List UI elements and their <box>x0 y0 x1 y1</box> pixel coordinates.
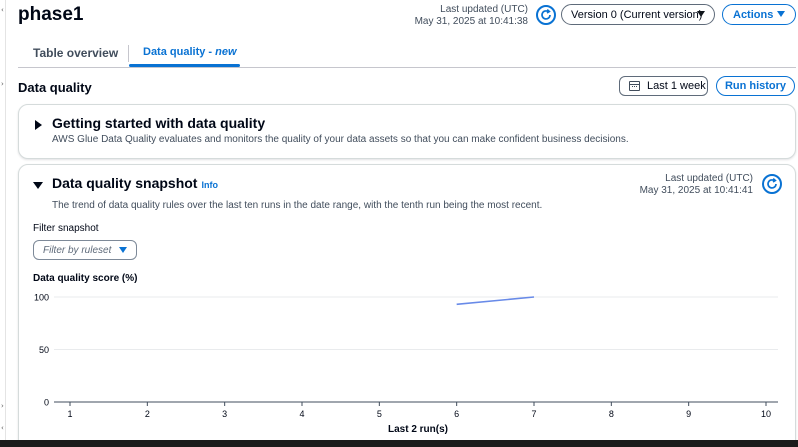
caret-down-icon <box>119 247 127 253</box>
last-updated-label: Last updated (UTC) <box>440 4 528 15</box>
getting-started-description: AWS Glue Data Quality evaluates and moni… <box>52 134 629 145</box>
snapshot-last-updated: Last updated (UTC) May 31, 2025 at 10:41… <box>619 173 753 197</box>
section-title: Data quality <box>18 80 92 95</box>
info-link[interactable]: Info <box>201 180 218 190</box>
caret-down-icon <box>697 11 705 17</box>
snapshot-heading-row: Data quality snapshot Info <box>52 175 218 191</box>
run-history-button[interactable]: Run history <box>716 76 795 96</box>
snapshot-panel: Data quality snapshot Info The trend of d… <box>18 164 796 447</box>
refresh-icon <box>541 8 551 20</box>
tab-data-quality[interactable]: Data quality - new <box>143 46 237 58</box>
tab-bar: Table overview Data quality - new <box>18 40 796 68</box>
actions-button[interactable]: Actions <box>722 4 796 25</box>
edge-mark: ‹ <box>1 424 4 432</box>
getting-started-heading[interactable]: Getting started with data quality <box>52 115 265 131</box>
version-select[interactable]: Version 0 (Current version) <box>561 4 715 25</box>
calendar-icon <box>629 81 640 91</box>
edge-mark: ‹ <box>1 6 4 14</box>
version-select-value: Version 0 (Current version) <box>571 8 703 21</box>
page-title: phase1 <box>18 4 84 25</box>
tab-new-tag: new <box>215 46 237 58</box>
chart-label: Data quality score (%) <box>33 273 138 284</box>
ruleset-filter-select[interactable]: Filter by ruleset <box>33 240 137 260</box>
bottom-bar <box>0 440 798 447</box>
last-updated-value: May 31, 2025 at 10:41:41 <box>639 185 753 196</box>
actions-button-label: Actions <box>733 8 774 21</box>
header-last-updated: Last updated (UTC) May 31, 2025 at 10:41… <box>400 4 528 28</box>
header-refresh-button[interactable] <box>536 5 556 25</box>
tab-divider <box>128 45 129 62</box>
ruleset-filter-placeholder: Filter by ruleset <box>43 244 112 256</box>
expand-caret-icon[interactable] <box>35 120 42 130</box>
date-range-label: Last 1 week <box>647 80 706 92</box>
filter-label: Filter snapshot <box>33 223 99 234</box>
date-range-button[interactable]: Last 1 week <box>619 76 708 96</box>
edge-mark: › <box>1 80 4 88</box>
snapshot-description: The trend of data quality rules over the… <box>52 200 543 211</box>
refresh-icon <box>767 177 777 189</box>
last-updated-value: May 31, 2025 at 10:41:38 <box>414 16 528 27</box>
edge-mark: › <box>1 402 4 410</box>
getting-started-panel: Getting started with data quality AWS Gl… <box>18 104 796 159</box>
collapse-caret-icon[interactable] <box>33 182 43 189</box>
tab-table-overview[interactable]: Table overview <box>33 46 118 60</box>
caret-down-icon <box>777 11 785 17</box>
tab-data-quality-label: Data quality - <box>143 46 216 58</box>
last-updated-label: Last updated (UTC) <box>665 173 753 184</box>
snapshot-refresh-button[interactable] <box>762 174 782 194</box>
active-tab-indicator <box>129 64 240 67</box>
snapshot-heading[interactable]: Data quality snapshot <box>52 175 197 191</box>
window-left-edge: ‹ › › ‹ <box>0 0 6 447</box>
